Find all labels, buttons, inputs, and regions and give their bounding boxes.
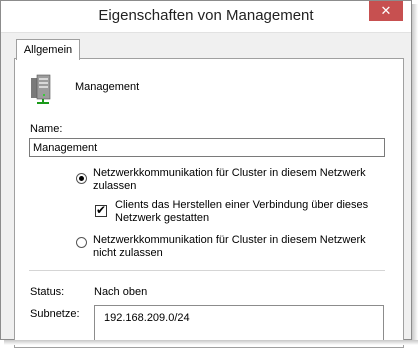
close-icon: ✕ <box>380 3 392 18</box>
network-name-heading: Management <box>75 81 140 93</box>
clients-option-label[interactable]: Clients das Herstellen einer Verbindung … <box>115 199 368 225</box>
window-shadow-bottom <box>4 340 418 345</box>
deny-option-line1: Netzwerkkommunikation für Cluster in die… <box>93 234 366 246</box>
deny-option-line2: nicht zulassen <box>93 247 163 259</box>
checkbox-allow-clients[interactable]: ✔ <box>95 203 107 217</box>
clients-option-line2: Netzwerk gestatten <box>115 212 210 224</box>
allow-option-line1: Netzwerkkommunikation für Cluster in die… <box>93 167 366 179</box>
subnet-item[interactable]: 192.168.209.0/24 <box>104 312 190 324</box>
checkmark-icon: ✔ <box>96 203 107 217</box>
status-label: Status: <box>30 286 65 298</box>
allow-option-line2: zulassen <box>93 180 137 192</box>
name-input[interactable] <box>29 138 385 157</box>
close-button[interactable]: ✕ <box>369 1 403 21</box>
tab-allgemein[interactable]: Allgemein <box>16 39 80 60</box>
server-icon <box>31 74 51 104</box>
allow-option-label[interactable]: Netzwerkkommunikation für Cluster in die… <box>93 167 366 193</box>
title-bar[interactable]: Eigenschaften von Management ✕ <box>1 1 411 33</box>
radio-allow-cluster-communication[interactable] <box>76 173 87 184</box>
radio-deny-cluster-communication[interactable] <box>76 237 87 248</box>
window-shadow-right <box>412 4 418 345</box>
subnets-list[interactable]: 192.168.209.0/24 <box>94 305 384 345</box>
clients-option-line1: Clients das Herstellen einer Verbindung … <box>115 199 369 211</box>
deny-option-label[interactable]: Netzwerkkommunikation für Cluster in die… <box>93 234 366 260</box>
subnets-label: Subnetze: <box>30 308 80 320</box>
separator <box>29 270 385 271</box>
dialog-title: Eigenschaften von Management <box>98 7 314 24</box>
name-label: Name: <box>30 123 63 135</box>
status-value: Nach oben <box>94 286 148 298</box>
